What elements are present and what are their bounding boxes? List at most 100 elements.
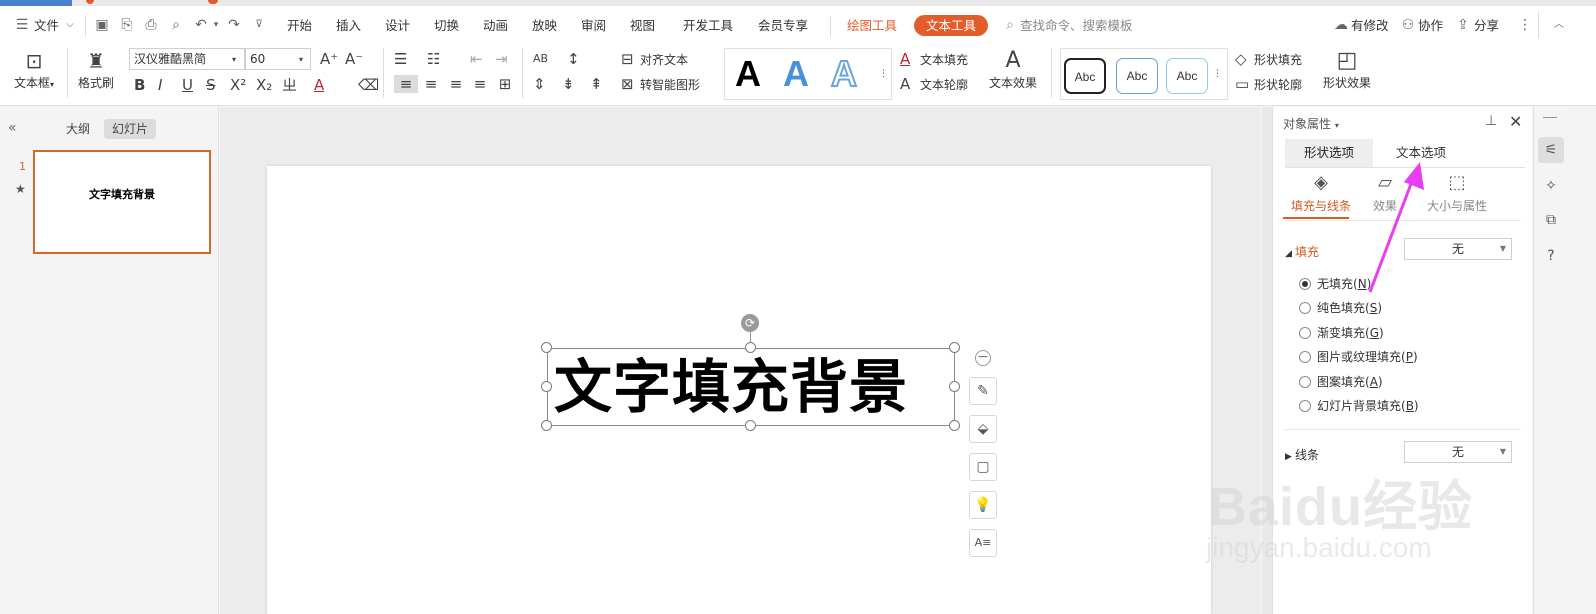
print-preview-icon[interactable]: ⌕ bbox=[168, 17, 184, 33]
tab-design[interactable]: 设计 bbox=[385, 16, 410, 36]
collapse-ribbon-icon[interactable]: ︿ bbox=[1551, 17, 1567, 33]
search-input[interactable]: 查找命令、搜索模板 bbox=[1020, 17, 1133, 35]
phonetic-icon[interactable]: ㄓ bbox=[282, 76, 297, 94]
slide[interactable]: ⟳ 文字填充背景 bbox=[267, 166, 1211, 614]
collapse-pane-icon[interactable]: « bbox=[8, 120, 17, 136]
gallery-more-icon[interactable]: ⋮ bbox=[1213, 65, 1222, 83]
slide-thumbnail[interactable]: 文字填充背景 bbox=[33, 150, 211, 254]
pin-icon[interactable]: ⊥ bbox=[1485, 113, 1497, 129]
selected-textbox[interactable]: 文字填充背景 bbox=[547, 348, 955, 426]
increase-indent-icon[interactable]: ⇥ bbox=[495, 50, 508, 68]
para-spacing-icon[interactable]: ⇕ bbox=[533, 75, 546, 93]
shape-style-2[interactable]: Abc bbox=[1116, 58, 1158, 94]
tab-member[interactable]: 会员专享 bbox=[758, 16, 808, 36]
resize-handle[interactable] bbox=[745, 342, 756, 353]
tab-drawing-tools[interactable]: 绘图工具 bbox=[847, 16, 897, 36]
underline-icon[interactable]: U bbox=[182, 76, 193, 94]
justify-icon[interactable]: ≡ bbox=[470, 75, 490, 93]
strikethrough-icon[interactable]: S bbox=[206, 76, 216, 94]
fill-section-header[interactable]: ◢ 填充 bbox=[1285, 243, 1319, 260]
resize-handle[interactable] bbox=[949, 381, 960, 392]
radio-picture-fill[interactable]: 图片或纹理填充(P) bbox=[1299, 349, 1418, 365]
align-center-icon[interactable]: ≡ bbox=[421, 75, 441, 93]
smart-shape-button[interactable]: 转智能图形 bbox=[640, 75, 700, 95]
resize-handle[interactable] bbox=[541, 342, 552, 353]
text-style-outline[interactable]: A bbox=[830, 52, 858, 95]
slide-design-icon[interactable]: ⧉ bbox=[1538, 207, 1564, 233]
shape-style-3[interactable]: Abc bbox=[1166, 58, 1208, 94]
collaborate-button[interactable]: 协作 bbox=[1418, 16, 1443, 36]
help-icon[interactable]: ? bbox=[1538, 243, 1564, 269]
font-color-icon[interactable]: A bbox=[314, 76, 324, 94]
radio-solid-fill[interactable]: 纯色填充(S) bbox=[1299, 300, 1382, 316]
file-menu[interactable]: 文件 bbox=[34, 16, 59, 36]
tab-review[interactable]: 审阅 bbox=[581, 16, 606, 36]
line-spacing-icon[interactable]: ↕ bbox=[567, 50, 580, 68]
tab-text-tools[interactable]: 文本工具 bbox=[914, 15, 989, 36]
radio-gradient-fill[interactable]: 渐变填充(G) bbox=[1299, 325, 1384, 341]
tab-developer[interactable]: 开发工具 bbox=[683, 16, 733, 36]
tab-animation[interactable]: 动画 bbox=[483, 16, 508, 36]
shape-effect-button[interactable]: ◰ 形状效果 bbox=[1318, 48, 1376, 91]
redo-icon[interactable]: ↷ bbox=[226, 17, 242, 33]
tab-insert[interactable]: 插入 bbox=[336, 16, 361, 36]
resize-handle[interactable] bbox=[745, 420, 756, 431]
radio-button[interactable] bbox=[1299, 302, 1311, 314]
tab-transition[interactable]: 切换 bbox=[434, 16, 459, 36]
resize-handle[interactable] bbox=[541, 420, 552, 431]
undo-dropdown-icon[interactable]: ▾ bbox=[208, 17, 224, 33]
gallery-more-icon[interactable]: ⋮ bbox=[879, 65, 888, 83]
para-after-icon[interactable]: ⇞ bbox=[590, 75, 603, 93]
smart-suggest-icon[interactable]: 💡 bbox=[969, 491, 997, 519]
format-painter-button[interactable]: ♜ 格式刷 bbox=[74, 48, 118, 91]
modified-status[interactable]: 有修改 bbox=[1351, 16, 1389, 36]
tab-slides[interactable]: 幻灯片 bbox=[104, 119, 157, 139]
tab-home[interactable]: 开始 bbox=[287, 16, 312, 36]
text-format-icon[interactable]: A≡ bbox=[969, 529, 997, 557]
tab-outline[interactable]: 大纲 bbox=[58, 119, 98, 139]
superscript-icon[interactable]: X² bbox=[230, 76, 246, 94]
export-icon[interactable]: ⎘ bbox=[119, 17, 135, 33]
resize-handle[interactable] bbox=[949, 342, 960, 353]
hamburger-icon[interactable]: ☰ bbox=[14, 17, 30, 33]
resize-handle[interactable] bbox=[949, 420, 960, 431]
align-left-icon[interactable]: ≡ bbox=[394, 75, 418, 93]
align-text-button[interactable]: 对齐文本 bbox=[640, 50, 688, 70]
more-icon[interactable]: ⋮ bbox=[1517, 17, 1533, 33]
text-effect-button[interactable]: A 文本效果 bbox=[984, 48, 1042, 91]
align-right-icon[interactable]: ≡ bbox=[446, 75, 466, 93]
decrease-font-icon[interactable]: A⁻ bbox=[345, 50, 363, 68]
pane-title[interactable]: 对象属性 ▾ bbox=[1283, 115, 1339, 132]
text-style-black[interactable]: A bbox=[735, 53, 761, 95]
radio-slide-bg-fill[interactable]: 幻灯片背景填充(B) bbox=[1299, 398, 1419, 414]
chevron-down-icon[interactable]: ⌵ bbox=[62, 17, 78, 33]
numbering-icon[interactable]: ☷ bbox=[427, 50, 440, 68]
shape-outline-button[interactable]: 形状轮廓 bbox=[1254, 75, 1302, 95]
decrease-indent-icon[interactable]: ⇤ bbox=[470, 50, 483, 68]
customize-icon[interactable]: ⊽ bbox=[251, 17, 267, 33]
clear-format-icon[interactable]: ⌫ bbox=[358, 76, 379, 94]
text-direction-icon[interactable]: AB bbox=[533, 50, 548, 68]
radio-button[interactable] bbox=[1299, 278, 1311, 290]
textbox-button[interactable]: ⊡ 文本框▾ bbox=[10, 48, 58, 91]
radio-button[interactable] bbox=[1299, 376, 1311, 388]
radio-pattern-fill[interactable]: 图案填充(A) bbox=[1299, 374, 1383, 390]
print-icon[interactable]: ⎙ bbox=[143, 17, 159, 33]
font-name-select[interactable]: 汉仪雅酷黑简 bbox=[129, 48, 245, 70]
resize-handle[interactable] bbox=[541, 381, 552, 392]
edit-style-icon[interactable]: ✎ bbox=[969, 377, 997, 405]
shape-fill-button[interactable]: 形状填充 bbox=[1254, 50, 1302, 70]
italic-icon[interactable]: I bbox=[158, 76, 162, 94]
save-icon[interactable]: ▣ bbox=[94, 17, 110, 33]
slide-title-text[interactable]: 文字填充背景 bbox=[554, 353, 908, 421]
text-fill-button[interactable]: 文本填充 bbox=[920, 50, 968, 70]
bold-icon[interactable]: B bbox=[134, 76, 145, 94]
outline-icon[interactable]: ▢ bbox=[969, 453, 997, 481]
subscript-icon[interactable]: X₂ bbox=[256, 76, 272, 94]
window-tab-doc2[interactable] bbox=[208, 0, 218, 4]
text-style-blue[interactable]: A bbox=[783, 53, 809, 95]
radio-button[interactable] bbox=[1299, 351, 1311, 363]
window-tab-doc1[interactable] bbox=[86, 0, 94, 4]
properties-icon[interactable]: ⚟ bbox=[1538, 137, 1564, 163]
collapse-toolbar-icon[interactable]: − bbox=[975, 350, 991, 366]
